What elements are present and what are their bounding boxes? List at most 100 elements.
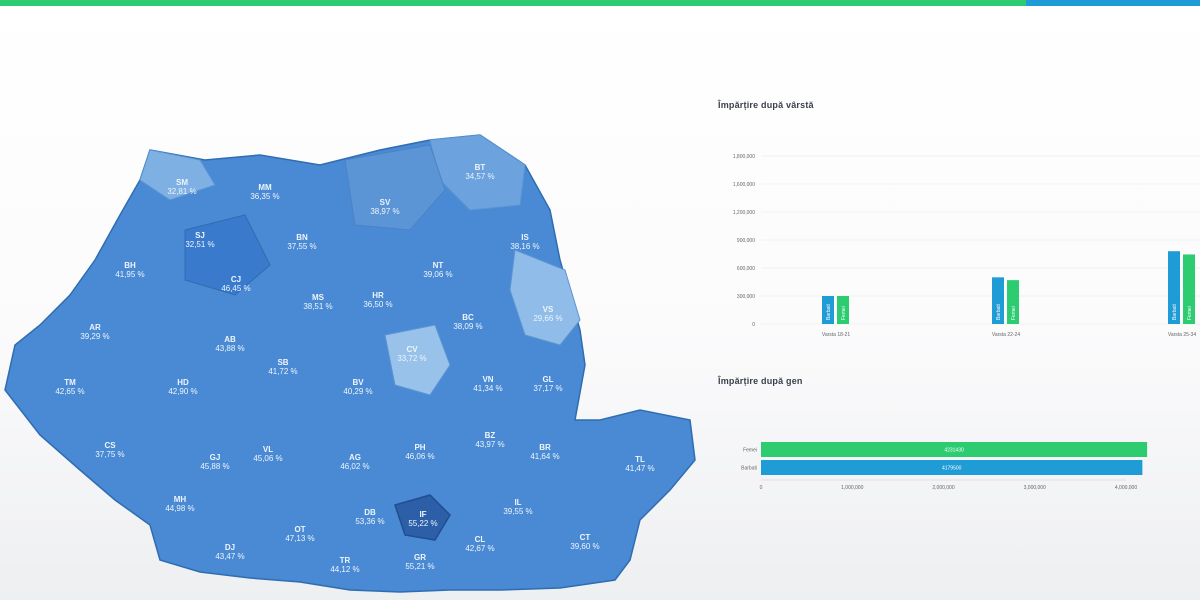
age-chart-svg: 1,800,000 1,600,000 1,200,000 900,000 600,00… <box>733 154 1200 338</box>
county-code-ab: AB <box>224 335 236 344</box>
county-code-sv: SV <box>380 198 391 207</box>
age-bar-label: Femei <box>1011 306 1017 320</box>
gender-category-label: Barbati <box>741 466 757 472</box>
county-value-vl: 45,06 % <box>253 454 282 463</box>
county-value-il: 39,55 % <box>503 507 532 516</box>
progress-remaining <box>1026 0 1200 6</box>
county-value-cs: 37,75 % <box>95 450 124 459</box>
gender-xtick-label: 4,000,000 <box>1115 485 1137 491</box>
county-code-ag: AG <box>349 453 361 462</box>
county-code-cs: CS <box>104 441 116 450</box>
age-bar-label: Femei <box>1187 306 1193 320</box>
age-chart-panel: Împărțire după vârstă 1,800,000 1,600,000… <box>716 96 1200 356</box>
county-code-il: IL <box>514 498 521 507</box>
county-value-ot: 47,13 % <box>285 534 314 543</box>
romania-turnout-map: SM 32,81 % MM 36,35 % SV 38,97 % BT 34,57 % SJ 32… <box>0 120 700 600</box>
age-bar-label: Barbati <box>996 304 1002 320</box>
county-code-sm: SM <box>176 178 188 187</box>
gender-xtick-label: 0 <box>760 485 763 491</box>
county-value-db: 53,36 % <box>355 517 384 526</box>
gender-chart-title: Împărțire după gen <box>718 376 803 386</box>
age-bar-label: Barbati <box>1172 304 1178 320</box>
county-code-sb: SB <box>277 358 288 367</box>
county-code-ms: MS <box>312 293 325 302</box>
county-code-vs: VS <box>543 305 554 314</box>
county-value-ab: 43,88 % <box>215 344 244 353</box>
county-value-hd: 42,90 % <box>168 387 197 396</box>
county-value-bc: 38,09 % <box>453 322 482 331</box>
county-value-hr: 36,50 % <box>363 300 392 309</box>
top-progress-bar <box>0 0 1200 6</box>
county-value-br: 41,64 % <box>530 452 559 461</box>
county-value-dj: 43,47 % <box>215 552 244 561</box>
county-value-nt: 39,06 % <box>423 270 452 279</box>
county-value-mm: 36,35 % <box>250 192 279 201</box>
county-value-gr: 55,21 % <box>405 562 434 571</box>
county-value-sm: 32,81 % <box>167 187 196 196</box>
county-value-gl: 37,17 % <box>533 384 562 393</box>
age-ytick-label: 1,600,000 <box>733 182 755 188</box>
map-svg: SM32,81 % MM36,35 % SV38,97 % BT34,57 % SJ32… <box>4 134 696 593</box>
county-value-if: 55,22 % <box>408 519 437 528</box>
gender-value-label: 4231430 <box>944 448 964 454</box>
age-category-label: Varsta 25-34 <box>1168 332 1196 338</box>
county-code-ph: PH <box>414 443 425 452</box>
county-value-mh: 44,98 % <box>165 504 194 513</box>
county-value-ph: 46,06 % <box>405 452 434 461</box>
county-code-bv: BV <box>352 378 364 387</box>
age-chart-title: Împărțire după vârstă <box>718 100 814 110</box>
age-bar-label: Barbati <box>826 304 832 320</box>
county-value-cj: 46,45 % <box>221 284 250 293</box>
county-code-hr: HR <box>372 291 384 300</box>
county-code-gr: GR <box>414 553 426 562</box>
county-value-tl: 41,47 % <box>625 464 654 473</box>
county-value-ar: 39,29 % <box>80 332 109 341</box>
county-code-dj: DJ <box>225 543 235 552</box>
county-code-vn: VN <box>482 375 493 384</box>
county-code-cv: CV <box>406 345 418 354</box>
county-code-bn: BN <box>296 233 308 242</box>
county-value-tr: 44,12 % <box>330 565 359 574</box>
county-value-vn: 41,34 % <box>473 384 502 393</box>
county-value-ag: 46,02 % <box>340 462 369 471</box>
age-ytick-label: 600,000 <box>737 266 755 272</box>
age-ytick-label: 900,000 <box>737 238 755 244</box>
county-code-bh: BH <box>124 261 136 270</box>
county-code-cl: CL <box>475 535 486 544</box>
county-value-sb: 41,72 % <box>268 367 297 376</box>
county-code-mh: MH <box>174 495 187 504</box>
age-ytick-label: 1,200,000 <box>733 210 755 216</box>
age-ytick-label: 0 <box>752 322 755 328</box>
gender-xtick-label: 1,000,000 <box>841 485 863 491</box>
age-category-label: Varsta 22-24 <box>992 332 1020 338</box>
county-value-bv: 40,29 % <box>343 387 372 396</box>
county-value-vs: 29,66 % <box>533 314 562 323</box>
county-code-tl: TL <box>635 455 645 464</box>
county-code-is: IS <box>521 233 529 242</box>
county-code-hd: HD <box>177 378 189 387</box>
age-ytick-label: 300,000 <box>737 294 755 300</box>
county-value-cl: 42,67 % <box>465 544 494 553</box>
gender-xtick-label: 3,000,000 <box>1024 485 1046 491</box>
age-category-label: Varsta 18-21 <box>822 332 850 338</box>
county-code-gj: GJ <box>210 453 221 462</box>
county-code-db: DB <box>364 508 376 517</box>
county-value-ms: 38,51 % <box>303 302 332 311</box>
county-value-bn: 37,55 % <box>287 242 316 251</box>
county-code-cj: CJ <box>231 275 241 284</box>
county-value-gj: 45,88 % <box>200 462 229 471</box>
county-value-bt: 34,57 % <box>465 172 494 181</box>
county-code-sj: SJ <box>195 231 205 240</box>
county-value-is: 38,16 % <box>510 242 539 251</box>
gender-xtick-label: 2,000,000 <box>932 485 954 491</box>
county-code-gl: GL <box>542 375 553 384</box>
county-value-bh: 41,95 % <box>115 270 144 279</box>
county-code-vl: VL <box>263 445 273 454</box>
county-value-tm: 42,65 % <box>55 387 84 396</box>
county-code-bz: BZ <box>485 431 496 440</box>
age-ytick-label: 1,800,000 <box>733 154 755 160</box>
county-code-tm: TM <box>64 378 76 387</box>
county-code-tr: TR <box>340 556 351 565</box>
county-value-cv: 33,72 % <box>397 354 426 363</box>
county-code-if: IF <box>419 510 426 519</box>
